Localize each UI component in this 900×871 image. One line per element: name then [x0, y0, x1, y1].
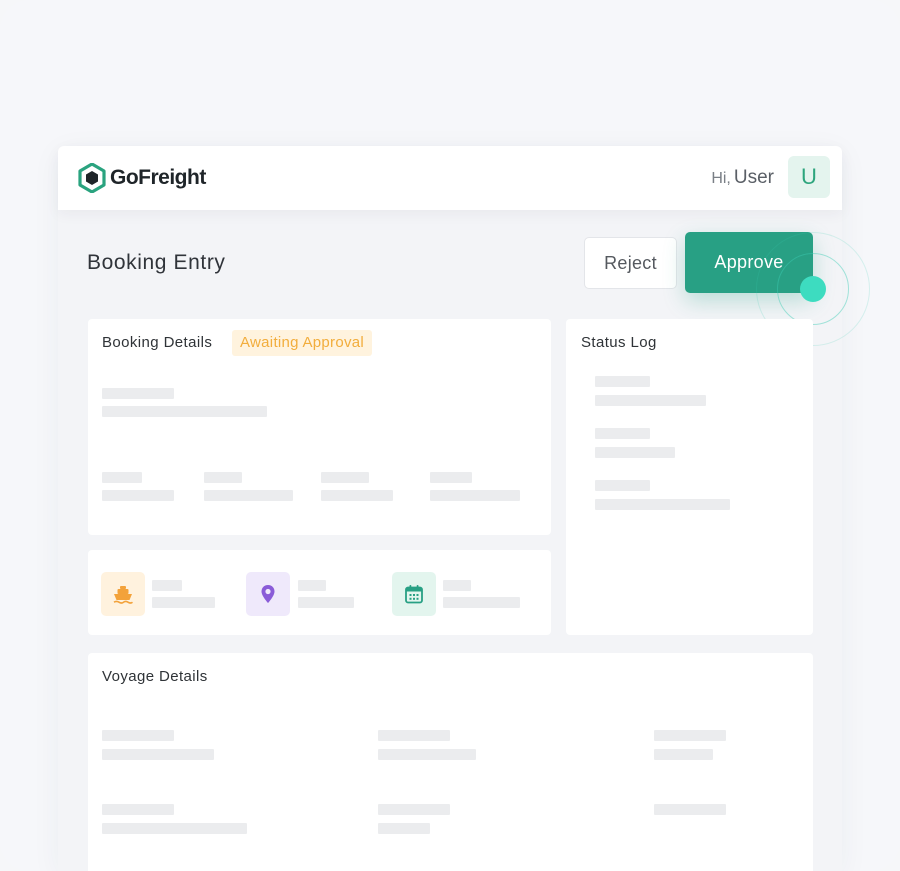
skeleton-line [595, 499, 730, 510]
skeleton-line [321, 472, 369, 483]
skeleton-line [430, 490, 520, 501]
skeleton-line [595, 376, 650, 387]
brand-logo[interactable]: GoFreight [78, 163, 206, 193]
calendar-icon-box [392, 572, 436, 616]
skeleton-line [321, 490, 393, 501]
greeting-text: Hi, [711, 170, 731, 187]
cursor-indicator [800, 276, 826, 302]
skeleton-line [204, 472, 242, 483]
skeleton-line [152, 580, 182, 591]
skeleton-line [595, 395, 706, 406]
status-log-card [566, 319, 813, 635]
skeleton-line [102, 388, 174, 399]
skeleton-line [443, 580, 471, 591]
skeleton-line [443, 597, 520, 608]
skeleton-line [378, 749, 476, 760]
user-greeting: Hi, User [711, 165, 774, 192]
skeleton-line [204, 490, 293, 501]
top-bar: GoFreight Hi, User U [58, 146, 842, 210]
skeleton-line [595, 447, 675, 458]
skeleton-line [102, 749, 214, 760]
status-log-title: Status Log [581, 334, 657, 351]
skeleton-line [595, 480, 650, 491]
skeleton-line [654, 730, 726, 741]
skeleton-line [298, 580, 326, 591]
skeleton-line [595, 428, 650, 439]
skeleton-line [654, 749, 713, 760]
skeleton-line [102, 490, 174, 501]
location-pin-icon-box [246, 572, 290, 616]
app-frame: GoFreight Hi, User U Booking Entry Reject… [0, 0, 900, 871]
skeleton-line [102, 804, 174, 815]
skeleton-line [654, 804, 726, 815]
skeleton-line [378, 823, 430, 834]
booking-details-title: Booking Details [102, 334, 213, 351]
ship-icon [113, 586, 133, 604]
page-title: Booking Entry [87, 251, 226, 274]
skeleton-line [378, 804, 450, 815]
voyage-details-title: Voyage Details [102, 668, 208, 685]
location-pin-icon [261, 585, 275, 603]
brand-name: GoFreight [110, 166, 206, 189]
booking-summary-card [88, 550, 551, 635]
ship-icon-box [101, 572, 145, 616]
gofreight-logo-icon [78, 163, 106, 193]
skeleton-line [102, 406, 267, 417]
skeleton-line [102, 730, 174, 741]
calendar-icon [405, 585, 423, 604]
skeleton-line [102, 823, 247, 834]
user-name: User [733, 167, 774, 188]
skeleton-line [102, 472, 142, 483]
status-badge: Awaiting Approval [232, 330, 373, 356]
reject-button[interactable]: Reject [584, 237, 677, 289]
skeleton-line [378, 730, 450, 741]
skeleton-line [430, 472, 472, 483]
skeleton-line [152, 597, 215, 608]
avatar[interactable]: U [788, 156, 830, 198]
skeleton-line [298, 597, 354, 608]
